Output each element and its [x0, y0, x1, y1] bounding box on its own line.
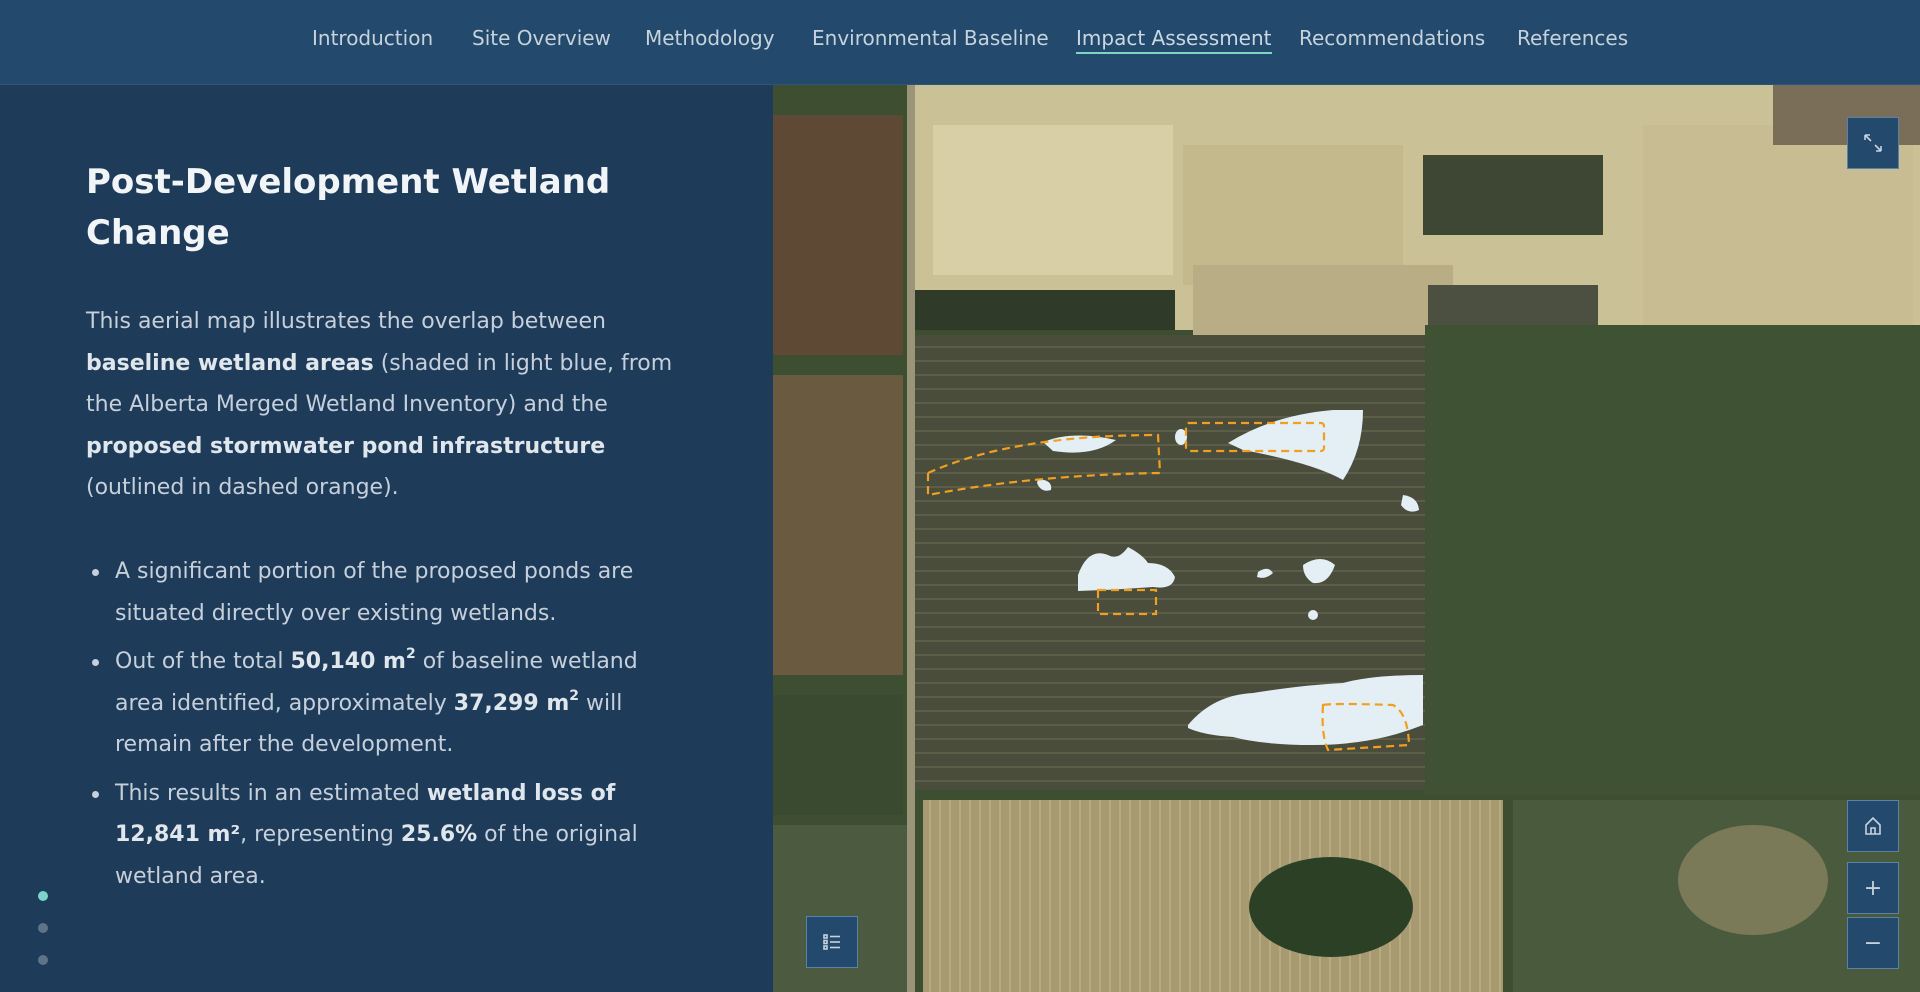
finding-text: Out of the total	[115, 649, 291, 674]
tree-patch	[773, 695, 903, 815]
intro-text: This aerial map illustrates the overlap …	[86, 309, 606, 334]
loss-percent: 25.6%	[400, 822, 478, 847]
list-icon	[823, 934, 840, 950]
nav-impact-assessment[interactable]: Impact Assessment	[1076, 26, 1272, 54]
finding-text: A significant portion of the proposed po…	[115, 559, 634, 626]
pagination-dot[interactable]	[38, 891, 48, 901]
findings-list: A significant portion of the proposed po…	[86, 551, 686, 904]
superscript: 2	[569, 687, 580, 704]
narrative-panel: Post-Development Wetland Change This aer…	[0, 85, 773, 992]
pagination-dot[interactable]	[38, 923, 48, 933]
finding-text: This results in an estimated	[115, 780, 427, 806]
wetland-polygon	[1308, 610, 1318, 620]
nav-recommendations[interactable]: Recommendations	[1299, 26, 1485, 52]
vegetated-area	[1425, 325, 1920, 795]
plus-icon: +	[1863, 875, 1883, 901]
field-parcel	[773, 115, 903, 355]
zoom-in-button[interactable]: +	[1847, 862, 1899, 914]
home-icon	[1865, 816, 1881, 835]
finding-text: , representing	[240, 822, 401, 847]
nav-environmental-baseline[interactable]: Environmental Baseline	[812, 26, 1049, 52]
minus-icon: −	[1863, 930, 1883, 956]
legend-toggle-button[interactable]	[806, 916, 858, 968]
section-title: Post-Development Wetland Change	[86, 162, 611, 253]
intro-paragraph: This aerial map illustrates the overlap …	[86, 301, 686, 509]
finding-item: Out of the total 50,140 m2 of baseline w…	[86, 641, 686, 766]
zoom-out-button[interactable]: −	[1847, 917, 1899, 969]
nav-references[interactable]: References	[1517, 26, 1628, 52]
road	[907, 85, 915, 992]
finding-item: This results in an estimated wetland los…	[86, 773, 686, 898]
nav-methodology[interactable]: Methodology	[645, 26, 775, 52]
intro-bold-pond: proposed stormwater pond infrastructure	[86, 433, 606, 459]
remaining-area-value: 37,299 m	[453, 690, 570, 716]
intro-bold-wetland: baseline wetland areas	[86, 350, 374, 376]
aerial-map[interactable]: + −	[773, 85, 1920, 992]
home-button[interactable]	[1847, 800, 1899, 852]
tree-clump	[1249, 857, 1413, 957]
expand-arrows-icon	[1864, 134, 1882, 152]
field-parcel	[923, 800, 1503, 992]
finding-item: A significant portion of the proposed po…	[86, 551, 686, 634]
nav-site-overview[interactable]: Site Overview	[472, 26, 611, 52]
top-navigation: Introduction Site Overview Methodology E…	[0, 0, 1920, 85]
superscript: 2	[405, 646, 416, 662]
total-area-value: 50,140 m	[290, 649, 406, 674]
aerial-imagery	[773, 85, 1920, 992]
fullscreen-button[interactable]	[1847, 117, 1899, 169]
pagination-dot[interactable]	[38, 955, 48, 965]
nav-introduction[interactable]: Introduction	[312, 26, 433, 52]
field-parcel	[773, 375, 903, 675]
intro-text: (outlined in dashed orange).	[86, 475, 399, 500]
